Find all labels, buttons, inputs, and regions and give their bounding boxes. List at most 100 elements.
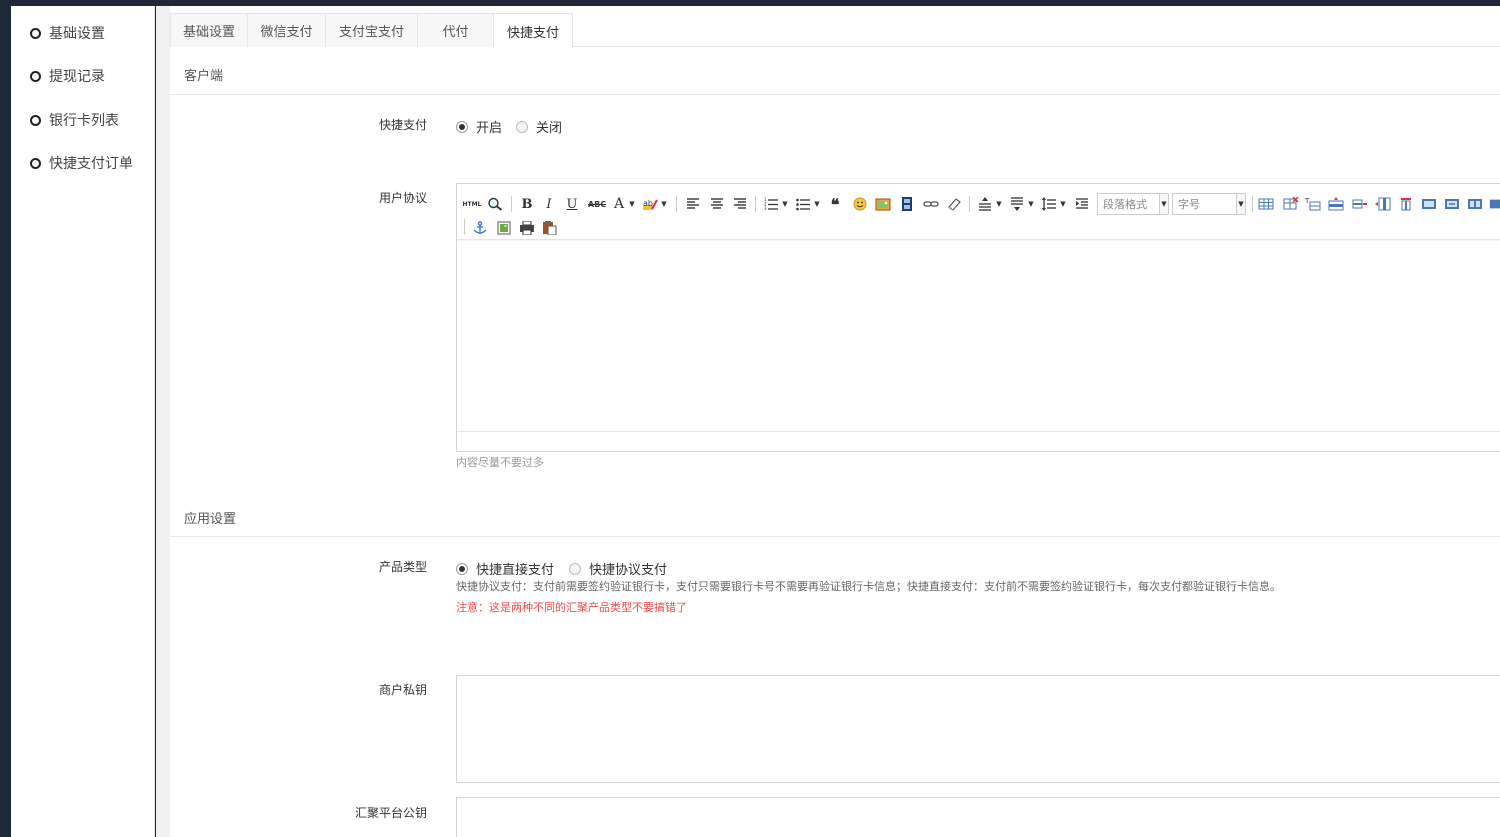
link-button[interactable] [922,195,940,213]
underline-button[interactable]: U [564,195,580,213]
layout-gutter [156,6,170,837]
quickpay-on-label: 开启 [476,121,503,136]
html-source-button[interactable]: HTML [462,195,482,213]
eraser-icon [948,198,961,211]
split-cells-button[interactable] [1489,195,1500,213]
svg-text:ab: ab [643,199,653,208]
paste-button[interactable] [541,219,557,237]
sidebar-item-label: 银行卡列表 [49,113,119,129]
merge-down-button[interactable] [1467,195,1483,213]
align-right-button[interactable] [732,195,748,213]
sidebar-item-bank-cards[interactable]: 银行卡列表 [11,108,155,132]
insert-caption-button[interactable]: T [1305,195,1321,213]
editor-status-bar [457,431,1500,451]
merge-right-button[interactable] [1444,195,1460,213]
platform-key-textarea[interactable] [456,797,1500,837]
video-button[interactable] [899,195,915,213]
insert-table-button[interactable] [1258,195,1274,213]
link-icon [923,201,939,207]
font-size-select[interactable]: 字号 ▼ [1172,193,1246,215]
font-size-placeholder: 字号 [1178,198,1200,211]
ordered-list-button[interactable]: 123 [763,195,779,213]
sidebar: 基础设置 提现记录 银行卡列表 快捷支付订单 [11,6,155,837]
font-color-button[interactable]: A [612,195,626,213]
editor-toolbar: HTML B I U ABC A ▼ ab ▼ 1 2 3 ▼ ▼ ❝ ▼ ▼ … [457,184,1500,240]
image-button[interactable] [874,195,892,213]
line-height-button[interactable] [1041,195,1057,213]
smiley-icon [853,197,867,211]
row-spacing-bottom-button[interactable] [1009,195,1025,213]
table-delete-icon [1283,197,1299,210]
delete-table-button[interactable] [1283,195,1299,213]
insert-image-button[interactable] [496,219,512,237]
clear-format-button[interactable] [946,195,962,213]
insert-row-button[interactable] [1328,195,1344,213]
chevron-down-icon[interactable]: ▼ [813,195,821,213]
chevron-down-icon[interactable]: ▼ [1027,195,1035,213]
product-type-direct-radio[interactable]: 快捷直接支付 [456,559,554,578]
spacing-bottom-icon [1011,197,1023,211]
divider [170,536,1500,537]
anchor-icon [473,221,487,234]
merge-cells-button[interactable] [1421,195,1437,213]
circle-icon [30,114,41,126]
chevron-down-icon[interactable]: ▼ [1059,195,1067,213]
bold-button[interactable]: B [519,195,535,213]
section-title-client: 客户端 [184,69,224,84]
tab-alipay[interactable]: 支付宝支付 [325,13,418,47]
divider [170,94,1500,95]
product-type-agreement-radio[interactable]: 快捷协议支付 [569,559,667,578]
anchor-button[interactable] [472,219,488,237]
product-type-help-text: 快捷协议支付：支付前需要签约验证银行卡，支付只需要银行卡号不需要再验证银行卡信息… [456,580,1281,593]
sidebar-item-basic-settings[interactable]: 基础设置 [11,21,155,45]
tab-wechat-pay[interactable]: 微信支付 [247,13,326,47]
toolbar-separator [464,219,465,235]
tab-basic-settings[interactable]: 基础设置 [170,13,248,47]
print-button[interactable] [519,219,535,237]
toolbar-separator [676,196,677,212]
align-center-button[interactable] [709,195,725,213]
chevron-down-icon[interactable]: ▼ [660,195,668,213]
svg-text:3: 3 [764,206,767,211]
chevron-down-icon: ▼ [1236,194,1245,214]
radio-unchecked-icon [569,562,581,575]
emoji-button[interactable] [851,195,869,213]
paragraph-format-select[interactable]: 段落格式 ▼ [1097,193,1169,215]
indent-button[interactable] [1074,195,1090,213]
merge-cells-icon [1422,199,1436,209]
editor-content-area[interactable] [457,241,1500,437]
sidebar-item-quickpay-orders[interactable]: 快捷支付订单 [11,151,155,175]
table-row-icon [1328,197,1344,211]
quote-button[interactable]: ❝ [827,195,843,214]
sidebar-item-withdraw-records[interactable]: 提现记录 [11,64,155,88]
platform-key-label: 汇聚平台公钥 [354,806,427,820]
tab-quickpay[interactable]: 快捷支付 [493,13,573,48]
quickpay-off-radio[interactable]: 关闭 [516,117,562,136]
strikethrough-button[interactable]: ABC [586,195,608,213]
chevron-down-icon[interactable]: ▼ [628,195,636,213]
delete-row-button[interactable] [1352,195,1368,213]
align-left-icon [687,198,699,209]
preview-button[interactable] [486,195,504,213]
italic-button[interactable]: I [541,195,557,213]
tab-payout[interactable]: 代付 [417,13,494,47]
highlight-button[interactable]: ab [641,195,659,213]
toolbar-separator [1252,196,1253,212]
product-type-warning-text: 注意：这是两种不同的汇聚产品类型不要搞错了 [456,601,687,614]
spacing-top-icon [979,197,991,211]
align-left-button[interactable] [685,195,701,213]
quickpay-on-radio[interactable]: 开启 [456,117,502,136]
chevron-down-icon[interactable]: ▼ [995,195,1003,213]
merge-right-icon [1445,199,1459,209]
row-spacing-top-button[interactable] [977,195,993,213]
delete-column-button[interactable] [1398,195,1414,213]
merchant-key-textarea[interactable] [456,675,1500,783]
tab-bar: 基础设置 微信支付 支付宝支付 代付 快捷支付 [170,6,1500,48]
align-right-icon [734,198,746,209]
chevron-down-icon[interactable]: ▼ [781,195,789,213]
unordered-list-button[interactable] [795,195,811,213]
table-column-icon [1375,197,1391,211]
sidebar-item-label: 提现记录 [49,69,105,85]
insert-column-button[interactable] [1375,195,1391,213]
paragraph-format-placeholder: 段落格式 [1103,198,1147,211]
